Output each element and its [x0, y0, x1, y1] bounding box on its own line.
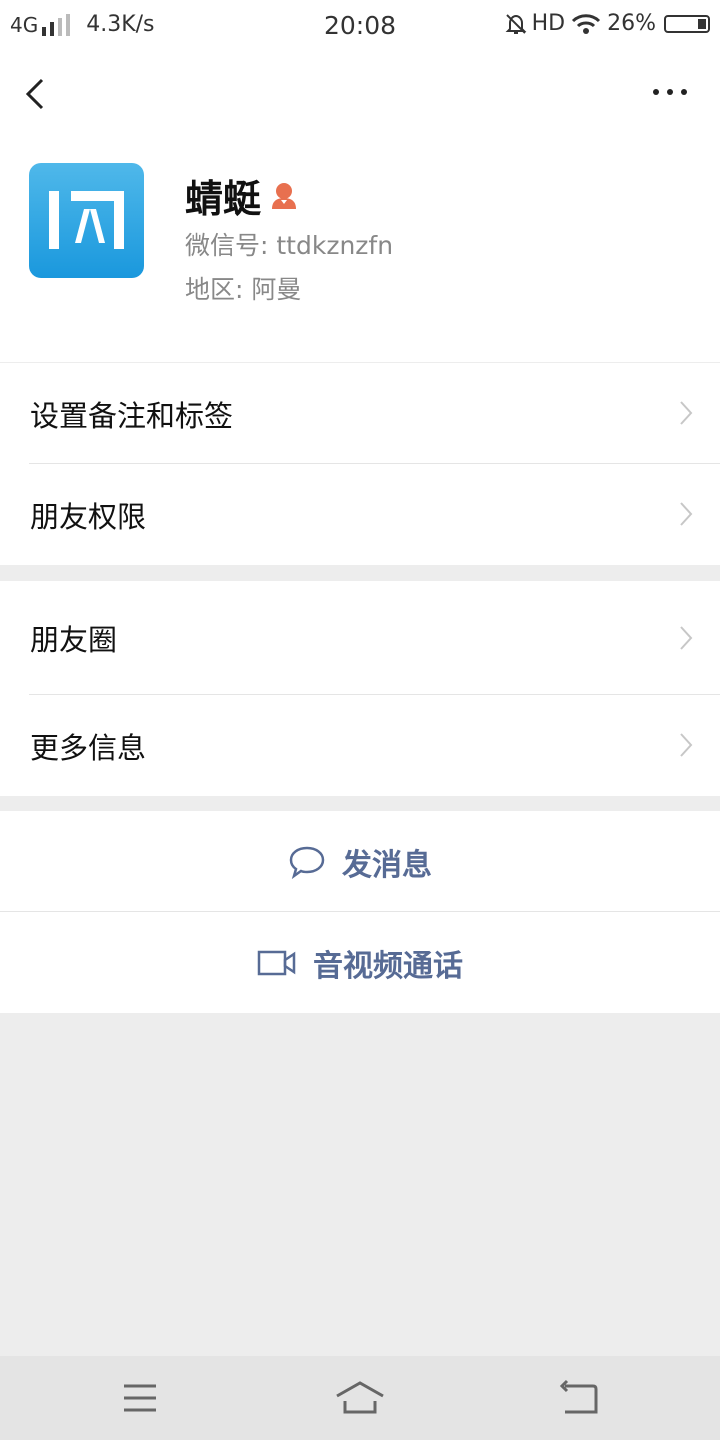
menu-group-1: 设置备注和标签 朋友权限	[0, 363, 720, 565]
menu-group-2: 朋友圈 更多信息	[0, 581, 720, 796]
list-item-more-info[interactable]: 更多信息	[0, 695, 720, 796]
profile-header: 蜻蜓 微信号: ttdkznzfn 地区: 阿曼	[0, 50, 720, 362]
send-message-label: 发消息	[342, 847, 432, 883]
video-camera-icon	[257, 950, 296, 975]
battery-icon	[664, 14, 710, 33]
system-nav-bar	[0, 1356, 720, 1440]
status-right: HD 26%	[504, 11, 710, 36]
list-item-moments[interactable]: 朋友圈	[0, 581, 720, 695]
chevron-right-icon	[680, 626, 693, 650]
video-call-label: 音视频通话	[313, 948, 463, 984]
back-arrow-icon[interactable]	[18, 72, 58, 112]
chat-bubble-icon	[289, 846, 325, 879]
video-call-button[interactable]: 音视频通话	[0, 912, 720, 1013]
hd-indicator: HD	[531, 11, 566, 36]
send-message-button[interactable]: 发消息	[0, 811, 720, 912]
profile-name: 蜻蜓	[185, 177, 262, 221]
chevron-right-icon	[680, 401, 693, 425]
chevron-right-icon	[680, 733, 693, 757]
mute-bell-icon	[505, 13, 527, 34]
chevron-right-icon	[680, 502, 693, 526]
list-item-label: 朋友圈	[30, 623, 118, 657]
back-nav-icon[interactable]	[555, 1378, 605, 1418]
avatar[interactable]	[29, 163, 144, 278]
profile-name-row: 蜻蜓	[185, 168, 299, 223]
menu-icon[interactable]	[115, 1378, 165, 1418]
list-item-remarks-tags[interactable]: 设置备注和标签	[0, 363, 720, 464]
battery-percent: 26%	[607, 11, 656, 36]
list-item-label: 更多信息	[30, 730, 147, 765]
more-options-icon[interactable]	[650, 82, 690, 102]
wifi-icon	[572, 13, 601, 34]
list-item-label: 设置备注和标签	[30, 398, 234, 433]
app-logo-icon	[49, 191, 124, 249]
region: 地区: 阿曼	[185, 275, 302, 304]
female-icon	[272, 182, 297, 209]
list-item-label: 朋友权限	[30, 499, 147, 534]
wechat-id: 微信号: ttdkznzfn	[185, 231, 394, 260]
list-item-friend-permissions[interactable]: 朋友权限	[0, 464, 720, 565]
home-icon[interactable]	[335, 1378, 385, 1418]
status-bar: 4G 4.3K/s 20:08 HD 26%	[0, 0, 720, 50]
